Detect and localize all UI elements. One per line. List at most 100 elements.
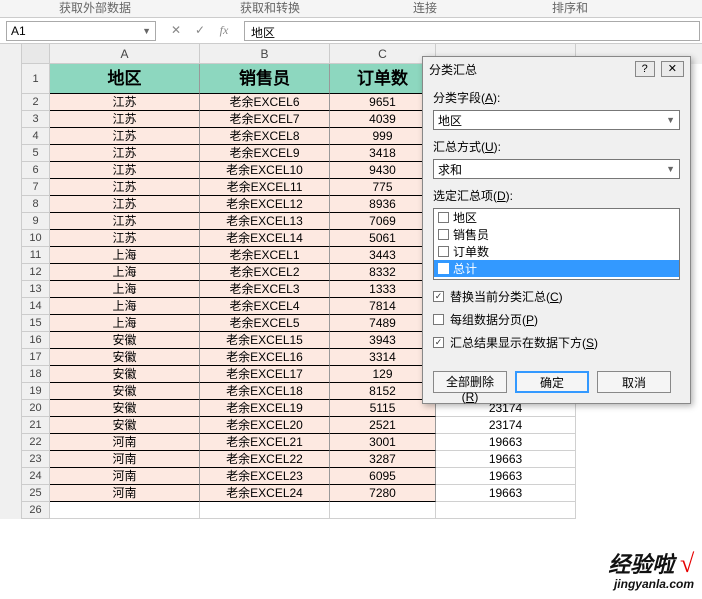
cell-sales[interactable]: 老余EXCEL20 — [200, 417, 330, 434]
cell-sales[interactable]: 老余EXCEL9 — [200, 145, 330, 162]
list-item[interactable]: 订单数 — [434, 243, 679, 260]
cell-sales[interactable]: 老余EXCEL6 — [200, 94, 330, 111]
cell-sales[interactable]: 老余EXCEL15 — [200, 332, 330, 349]
list-item-selected[interactable]: 总计 — [434, 260, 679, 277]
cancel-formula-icon[interactable]: ✕ — [168, 23, 184, 38]
list-item[interactable]: 销售员 — [434, 226, 679, 243]
cell[interactable] — [200, 502, 330, 519]
row-header[interactable]: 17 — [22, 349, 50, 366]
column-header-c[interactable]: C — [330, 44, 436, 64]
fx-icon[interactable]: fx — [216, 23, 232, 38]
cell-sales[interactable]: 老余EXCEL12 — [200, 196, 330, 213]
cell-region[interactable]: 安徽 — [50, 366, 200, 383]
row-header[interactable]: 23 — [22, 451, 50, 468]
cell-region[interactable]: 河南 — [50, 468, 200, 485]
cell-orders[interactable]: 2521 — [330, 417, 436, 434]
header-sales[interactable]: 销售员 — [200, 64, 330, 94]
cell-region[interactable]: 上海 — [50, 281, 200, 298]
cell-extra[interactable]: 19663 — [436, 485, 576, 502]
cell-region[interactable]: 江苏 — [50, 111, 200, 128]
outline-column[interactable] — [0, 44, 22, 519]
cell-region[interactable]: 河南 — [50, 451, 200, 468]
cell-region[interactable]: 安徽 — [50, 349, 200, 366]
row-header[interactable]: 24 — [22, 468, 50, 485]
cell-sales[interactable]: 老余EXCEL13 — [200, 213, 330, 230]
row-header[interactable]: 6 — [22, 162, 50, 179]
cell-orders[interactable]: 3418 — [330, 145, 436, 162]
cell-orders[interactable]: 9651 — [330, 94, 436, 111]
cell-region[interactable]: 江苏 — [50, 94, 200, 111]
cell-orders[interactable]: 1333 — [330, 281, 436, 298]
row-header[interactable]: 20 — [22, 400, 50, 417]
name-box[interactable]: A1 ▼ — [6, 21, 156, 41]
row-header[interactable]: 12 — [22, 264, 50, 281]
row-header[interactable]: 7 — [22, 179, 50, 196]
row-header[interactable]: 1 — [22, 64, 50, 94]
row-header[interactable]: 10 — [22, 230, 50, 247]
cell-sales[interactable]: 老余EXCEL22 — [200, 451, 330, 468]
column-header-a[interactable]: A — [50, 44, 200, 64]
row-header[interactable]: 4 — [22, 128, 50, 145]
header-orders[interactable]: 订单数 — [330, 64, 436, 94]
cell-region[interactable]: 上海 — [50, 264, 200, 281]
column-header-b[interactable]: B — [200, 44, 330, 64]
row-header[interactable]: 26 — [22, 502, 50, 519]
row-header[interactable]: 19 — [22, 383, 50, 400]
method-select[interactable]: 求和 ▼ — [433, 159, 680, 179]
cell-extra[interactable]: 19663 — [436, 434, 576, 451]
cell-sales[interactable]: 老余EXCEL17 — [200, 366, 330, 383]
row-header[interactable]: 22 — [22, 434, 50, 451]
cell-orders[interactable]: 9430 — [330, 162, 436, 179]
row-header[interactable]: 14 — [22, 298, 50, 315]
cell-region[interactable]: 江苏 — [50, 162, 200, 179]
accept-formula-icon[interactable]: ✓ — [192, 23, 208, 38]
cell[interactable] — [436, 502, 576, 519]
cell-orders[interactable]: 7489 — [330, 315, 436, 332]
cell-sales[interactable]: 老余EXCEL18 — [200, 383, 330, 400]
checkbox-icon[interactable] — [438, 212, 449, 223]
cell-orders[interactable]: 8152 — [330, 383, 436, 400]
cell-orders[interactable]: 3943 — [330, 332, 436, 349]
cell-orders[interactable]: 129 — [330, 366, 436, 383]
checkbox-icon[interactable] — [433, 314, 444, 325]
cell[interactable] — [330, 502, 436, 519]
cell-region[interactable]: 安徽 — [50, 332, 200, 349]
cell-region[interactable]: 河南 — [50, 434, 200, 451]
cell-sales[interactable]: 老余EXCEL5 — [200, 315, 330, 332]
cell-orders[interactable]: 3001 — [330, 434, 436, 451]
cell-region[interactable]: 江苏 — [50, 230, 200, 247]
items-listbox[interactable]: 地区 销售员 订单数 总计 — [433, 208, 680, 280]
cell-region[interactable]: 江苏 — [50, 145, 200, 162]
cell-extra[interactable]: 23174 — [436, 417, 576, 434]
cell-sales[interactable]: 老余EXCEL16 — [200, 349, 330, 366]
cell-orders[interactable]: 775 — [330, 179, 436, 196]
cell-sales[interactable]: 老余EXCEL8 — [200, 128, 330, 145]
cell-sales[interactable]: 老余EXCEL21 — [200, 434, 330, 451]
row-header[interactable]: 3 — [22, 111, 50, 128]
row-header[interactable]: 25 — [22, 485, 50, 502]
cell-region[interactable]: 安徽 — [50, 383, 200, 400]
row-header[interactable]: 5 — [22, 145, 50, 162]
page-checkbox-row[interactable]: 每组数据分页(P) — [433, 311, 680, 328]
cell-region[interactable]: 安徽 — [50, 400, 200, 417]
cell-region[interactable]: 上海 — [50, 247, 200, 264]
cell-sales[interactable]: 老余EXCEL10 — [200, 162, 330, 179]
replace-checkbox-row[interactable]: 替换当前分类汇总(C) — [433, 288, 680, 305]
below-checkbox-row[interactable]: 汇总结果显示在数据下方(S) — [433, 334, 680, 351]
select-all-corner[interactable] — [22, 44, 50, 64]
cell-orders[interactable]: 3443 — [330, 247, 436, 264]
row-header[interactable]: 8 — [22, 196, 50, 213]
cell-sales[interactable]: 老余EXCEL14 — [200, 230, 330, 247]
cell-sales[interactable]: 老余EXCEL3 — [200, 281, 330, 298]
row-header[interactable]: 21 — [22, 417, 50, 434]
row-header[interactable]: 2 — [22, 94, 50, 111]
row-header[interactable]: 18 — [22, 366, 50, 383]
cell-sales[interactable]: 老余EXCEL11 — [200, 179, 330, 196]
row-header[interactable]: 9 — [22, 213, 50, 230]
list-item[interactable]: 地区 — [434, 209, 679, 226]
cell-orders[interactable]: 3314 — [330, 349, 436, 366]
cell-orders[interactable]: 8332 — [330, 264, 436, 281]
row-header[interactable]: 15 — [22, 315, 50, 332]
chevron-down-icon[interactable]: ▼ — [142, 26, 151, 36]
checkbox-checked-icon[interactable] — [433, 337, 444, 348]
